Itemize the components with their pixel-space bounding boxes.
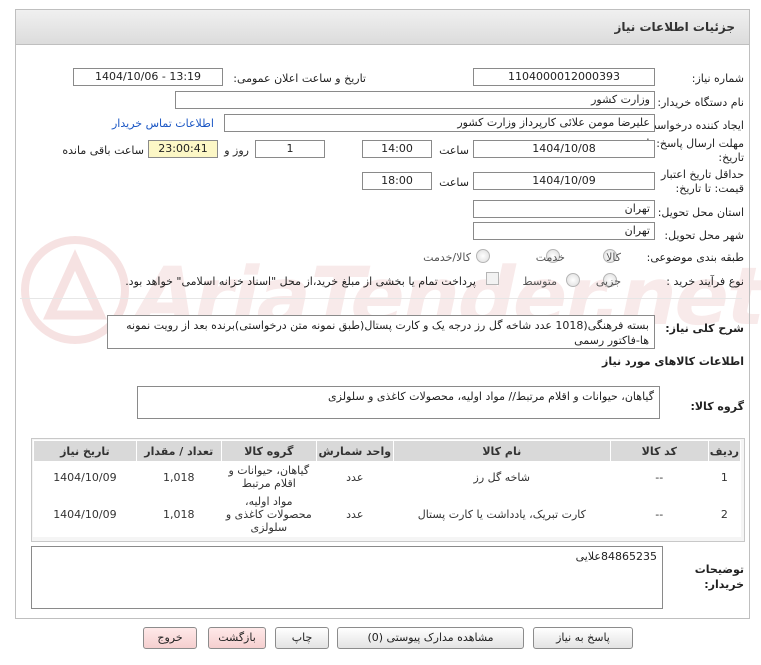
cell-qty: 1,018 xyxy=(135,492,222,537)
province-label: استان محل تحویل: xyxy=(657,206,744,219)
category-goods-service-radio[interactable] xyxy=(476,249,490,263)
remaining-time-field: 23:00:41 xyxy=(148,140,218,158)
buyer-org-field[interactable]: وزارت کشور xyxy=(175,91,655,109)
col-code-header: کد کالا xyxy=(609,440,709,462)
goods-table: ردیف کد کالا نام کالا واحد شمارش گروه کا… xyxy=(33,440,742,537)
city-label: شهر محل تحویل: xyxy=(664,229,744,242)
col-group-header: گروه کالا xyxy=(220,440,317,462)
cell-group: گیاهان، حیوانات و اقلام مرتبط xyxy=(220,461,317,493)
process-minor-label: جزیی xyxy=(595,275,621,288)
days-field[interactable]: 1 xyxy=(255,140,325,158)
col-qty-header: تعداد / مقدار xyxy=(135,440,222,462)
cell-unit: عدد xyxy=(315,461,394,493)
cell-date: 1404/10/09 xyxy=(33,461,137,493)
treasury-bonds-checkbox[interactable] xyxy=(486,272,499,285)
announce-date-label: تاریخ و ساعت اعلان عمومی: xyxy=(233,72,366,85)
province-field[interactable]: تهران xyxy=(473,200,655,218)
page-title: جزئیات اطلاعات نیاز xyxy=(614,20,735,34)
divider xyxy=(20,298,742,299)
city-field[interactable]: تهران xyxy=(473,222,655,240)
requester-field[interactable]: علیرضا مومن علائی کارپرداز وزارت کشور xyxy=(224,114,655,132)
cell-unit: عدد xyxy=(315,492,394,537)
buyer-notes-label: توضیحات خریدار: xyxy=(694,563,744,591)
description-textarea[interactable]: بسته فرهنگی(1018 عدد شاخه گل رز درجه یک … xyxy=(107,315,655,349)
col-date-header: تاریخ نیاز xyxy=(33,440,137,462)
remaining-time-label: ساعت باقی مانده xyxy=(62,144,144,157)
need-number-field[interactable]: 1104000012000393 xyxy=(473,68,655,86)
process-medium-label: متوسط xyxy=(522,275,557,288)
buyer-notes-textarea[interactable]: 84865235علایی xyxy=(31,546,663,609)
process-type-label: نوع فرآیند خرید : xyxy=(666,275,744,288)
category-label: طبقه بندی موضوعی: xyxy=(646,251,744,264)
view-attachments-button[interactable]: مشاهده مدارک پیوستی (0) xyxy=(337,627,524,649)
announce-date-field[interactable]: 1404/10/06 - 13:19 xyxy=(73,68,223,86)
description-label: شرح کلی نیاز: xyxy=(665,322,744,335)
category-service-label: خدمت xyxy=(535,251,565,264)
validity-time-label: ساعت xyxy=(439,176,469,189)
cell-row: 2 xyxy=(707,492,742,537)
buyer-org-label: نام دستگاه خریدار: xyxy=(657,96,744,109)
col-row-header: ردیف xyxy=(707,440,742,462)
requester-label: ایجاد کننده درخواست: xyxy=(642,119,744,132)
cell-code: -- xyxy=(609,492,709,537)
price-validity-label: حداقل تاریخ اعتبار قیمت: تا تاریخ: xyxy=(660,168,744,195)
table-row[interactable]: 1 -- شاخه گل رز عدد گیاهان، حیوانات و اق… xyxy=(33,461,742,493)
table-header-row: ردیف کد کالا نام کالا واحد شمارش گروه کا… xyxy=(33,440,742,462)
reply-time-field[interactable]: 14:00 xyxy=(362,140,432,158)
validity-date-field[interactable]: 1404/10/09 xyxy=(473,172,655,190)
need-number-label: شماره نیاز: xyxy=(691,72,744,85)
goods-group-textarea[interactable]: گیاهان، حیوانات و اقلام مرتبط// مواد اول… xyxy=(137,386,660,419)
col-unit-header: واحد شمارش xyxy=(315,440,394,462)
cell-group: مواد اولیه، محصولات کاغذی و سلولزی xyxy=(220,492,317,537)
panel-header: جزئیات اطلاعات نیاز xyxy=(15,9,750,45)
goods-group-label: گروه کالا: xyxy=(690,400,744,413)
reply-time-label: ساعت xyxy=(439,144,469,157)
cell-name: شاخه گل رز xyxy=(392,461,611,493)
exit-button[interactable]: خروج xyxy=(143,627,197,649)
reply-date-field[interactable]: 1404/10/08 xyxy=(473,140,655,158)
print-button[interactable]: چاپ xyxy=(275,627,329,649)
table-row[interactable]: 2 -- کارت تبریک، یادداشت یا کارت پستال ع… xyxy=(33,492,742,537)
cell-name: کارت تبریک، یادداشت یا کارت پستال xyxy=(392,492,611,537)
treasury-payment-note: پرداخت تمام یا بخشی از مبلغ خرید،از محل … xyxy=(125,275,476,288)
buyer-contact-link[interactable]: اطلاعات تماس خریدار xyxy=(112,117,214,130)
back-button[interactable]: بازگشت xyxy=(208,627,266,649)
process-medium-radio[interactable] xyxy=(566,273,580,287)
col-name-header: نام کالا xyxy=(392,440,611,462)
cell-qty: 1,018 xyxy=(135,461,222,493)
category-goods-label: کالا xyxy=(606,251,621,264)
cell-date: 1404/10/09 xyxy=(33,492,137,537)
validity-time-field[interactable]: 18:00 xyxy=(362,172,432,190)
goods-info-title: اطلاعات کالاهای مورد نیاز xyxy=(602,355,744,368)
days-label: روز و xyxy=(224,144,249,157)
category-goods-service-label: کالا/خدمت xyxy=(423,251,471,264)
reply-button[interactable]: پاسخ به نیاز xyxy=(533,627,633,649)
cell-code: -- xyxy=(609,461,709,493)
cell-row: 1 xyxy=(707,461,742,493)
reply-deadline-label: مهلت ارسال پاسخ: تا تاریخ: xyxy=(646,137,744,164)
